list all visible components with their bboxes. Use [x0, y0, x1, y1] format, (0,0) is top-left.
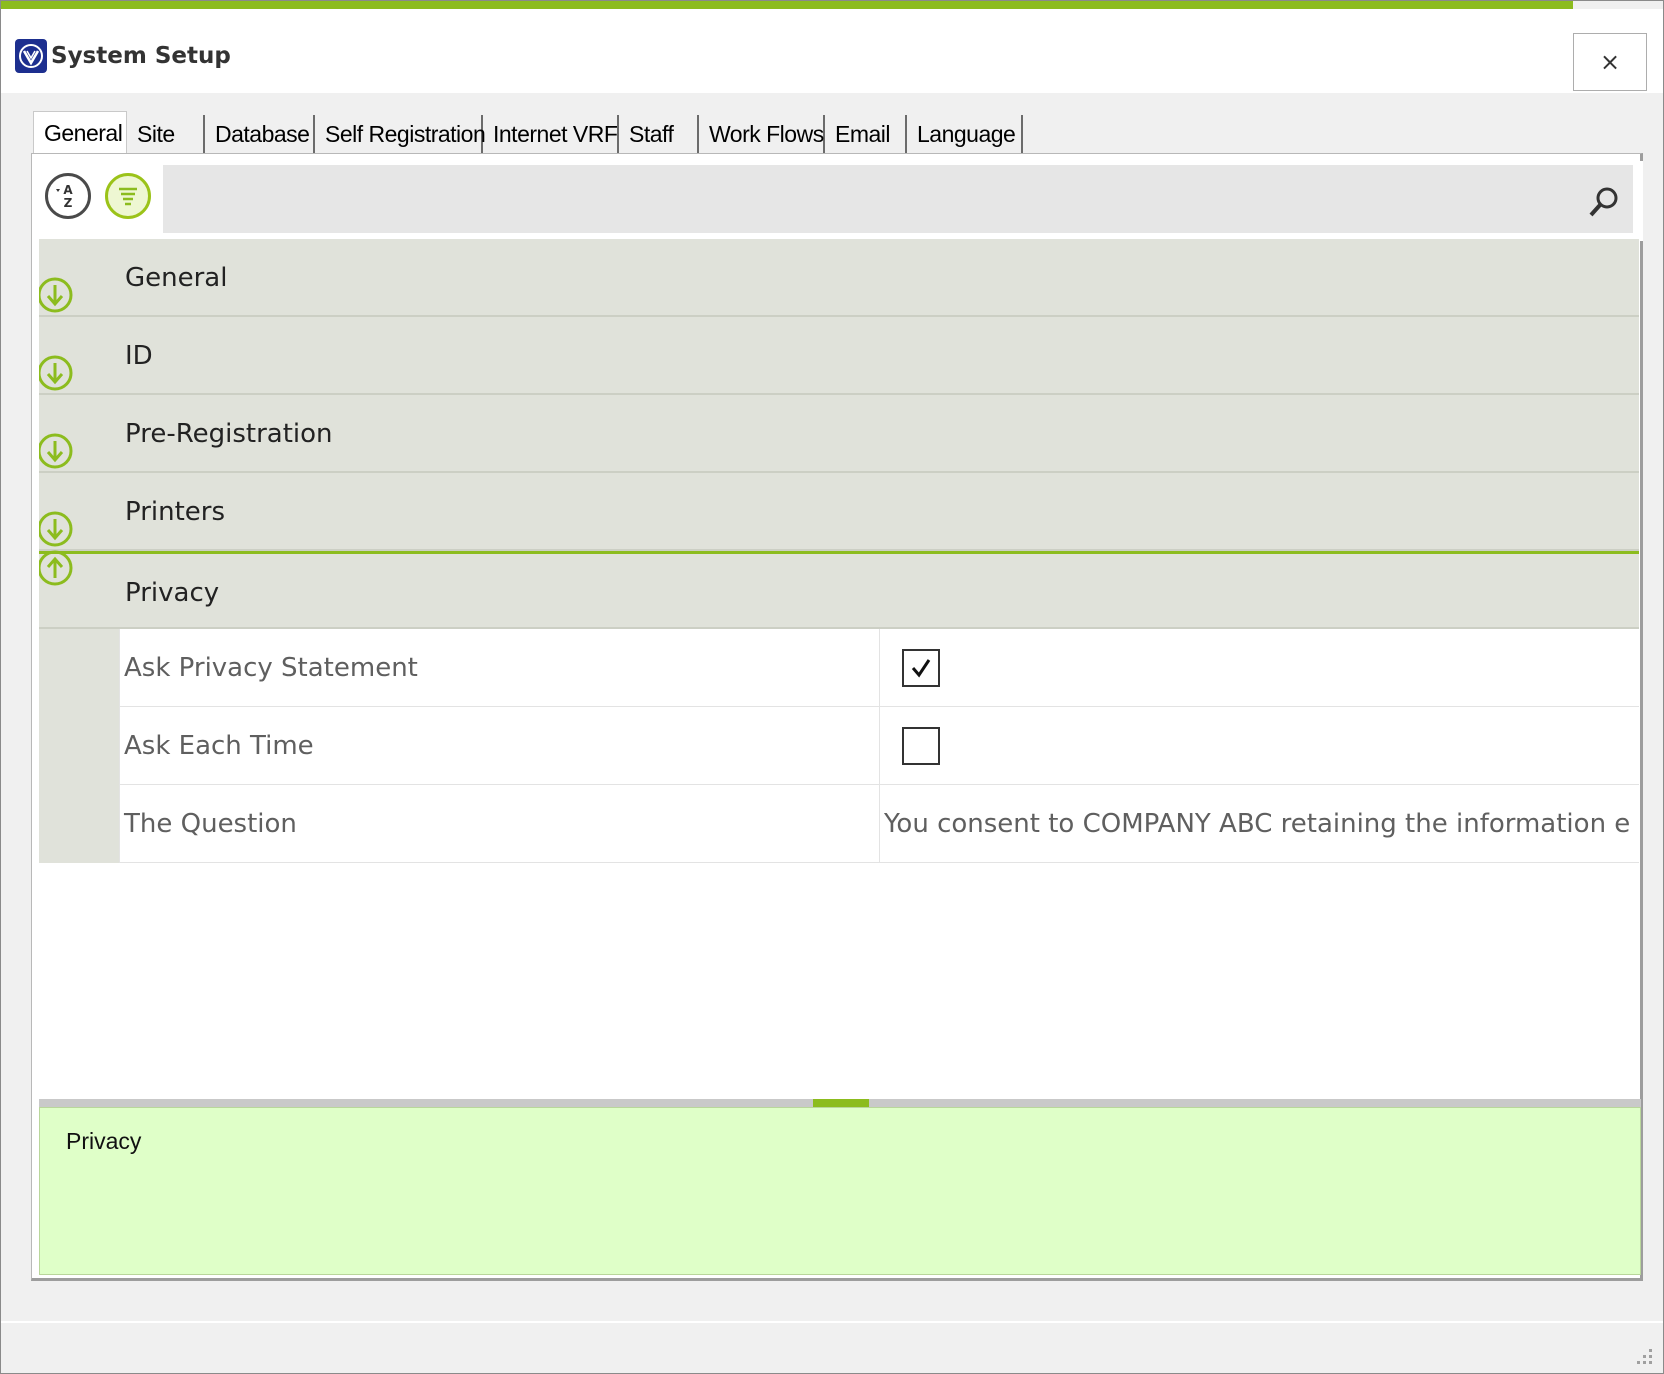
title-bar[interactable]: System Setup × [1, 9, 1663, 93]
property-grid: General ID Pre-Registration Printers Pri… [39, 239, 1639, 863]
search-icon[interactable] [1587, 185, 1621, 219]
splitter-handle[interactable] [813, 1099, 869, 1107]
tab-staff[interactable]: Staff [619, 115, 699, 153]
category-label: General [125, 263, 228, 293]
tab-site[interactable]: Site [127, 115, 205, 153]
ask-privacy-statement-checkbox[interactable] [902, 649, 940, 687]
tab-general[interactable]: General [33, 111, 127, 155]
property-row-ask-privacy-statement: Ask Privacy Statement [39, 629, 1639, 707]
search-box [163, 165, 1633, 233]
category-general[interactable]: General [39, 239, 1639, 317]
sort-alphabetical-icon: A Z [56, 183, 73, 210]
sort-alphabetical-button[interactable]: A Z [45, 173, 91, 219]
tab-work-flows[interactable]: Work Flows [699, 115, 825, 153]
status-divider [1, 1321, 1663, 1323]
close-button[interactable]: × [1573, 33, 1647, 91]
property-name[interactable]: Ask Privacy Statement [119, 629, 880, 707]
checkmark-icon [911, 659, 931, 678]
category-pre-registration[interactable]: Pre-Registration [39, 395, 1639, 473]
collapse-up-icon[interactable] [39, 548, 79, 588]
row-gutter [39, 629, 119, 707]
category-label: Printers [125, 497, 226, 527]
app-logo-icon [15, 39, 47, 73]
category-label: Privacy [125, 578, 220, 608]
title-accent-bar [1, 1, 1573, 9]
sort-categorized-button[interactable] [105, 173, 151, 219]
category-privacy[interactable]: Privacy [39, 548, 1639, 629]
category-label: Pre-Registration [125, 419, 333, 449]
description-title: Privacy [66, 1128, 142, 1154]
property-grid-toolbar: A Z [39, 161, 1643, 241]
category-id[interactable]: ID [39, 317, 1639, 395]
tab-email[interactable]: Email [825, 115, 907, 153]
row-gutter [39, 785, 119, 863]
expand-down-icon[interactable] [39, 353, 79, 393]
sort-categorized-icon [119, 187, 137, 206]
search-input[interactable] [163, 165, 1633, 233]
row-gutter [39, 707, 119, 785]
expand-down-icon[interactable] [39, 431, 79, 471]
resize-grip-icon[interactable] [1631, 1343, 1655, 1367]
property-row-the-question: The Question You consent to COMPANY ABC … [39, 785, 1639, 863]
category-printers[interactable]: Printers [39, 473, 1639, 551]
expand-down-icon[interactable] [39, 275, 79, 315]
category-label: ID [125, 341, 153, 371]
tab-language[interactable]: Language [907, 115, 1023, 153]
tab-internet-vrf[interactable]: Internet VRF [483, 115, 619, 153]
description-splitter[interactable] [39, 1099, 1641, 1107]
property-value-cell [880, 629, 1639, 707]
property-value-cell [880, 707, 1639, 785]
window-title: System Setup [51, 43, 231, 69]
description-panel: Privacy [39, 1107, 1641, 1275]
svg-text:A: A [63, 183, 73, 197]
svg-text:Z: Z [64, 196, 73, 210]
tab-self-registration[interactable]: Self Registration [315, 115, 486, 153]
property-name[interactable]: The Question [119, 785, 880, 863]
the-question-value[interactable]: You consent to COMPANY ABC retaining the… [880, 785, 1639, 863]
system-setup-window: System Setup × General Site Database Sel… [0, 0, 1664, 1374]
ask-each-time-checkbox[interactable] [902, 727, 940, 765]
tab-database[interactable]: Database [205, 115, 315, 153]
expand-down-icon[interactable] [39, 509, 79, 549]
property-row-ask-each-time: Ask Each Time [39, 707, 1639, 785]
property-name[interactable]: Ask Each Time [119, 707, 880, 785]
